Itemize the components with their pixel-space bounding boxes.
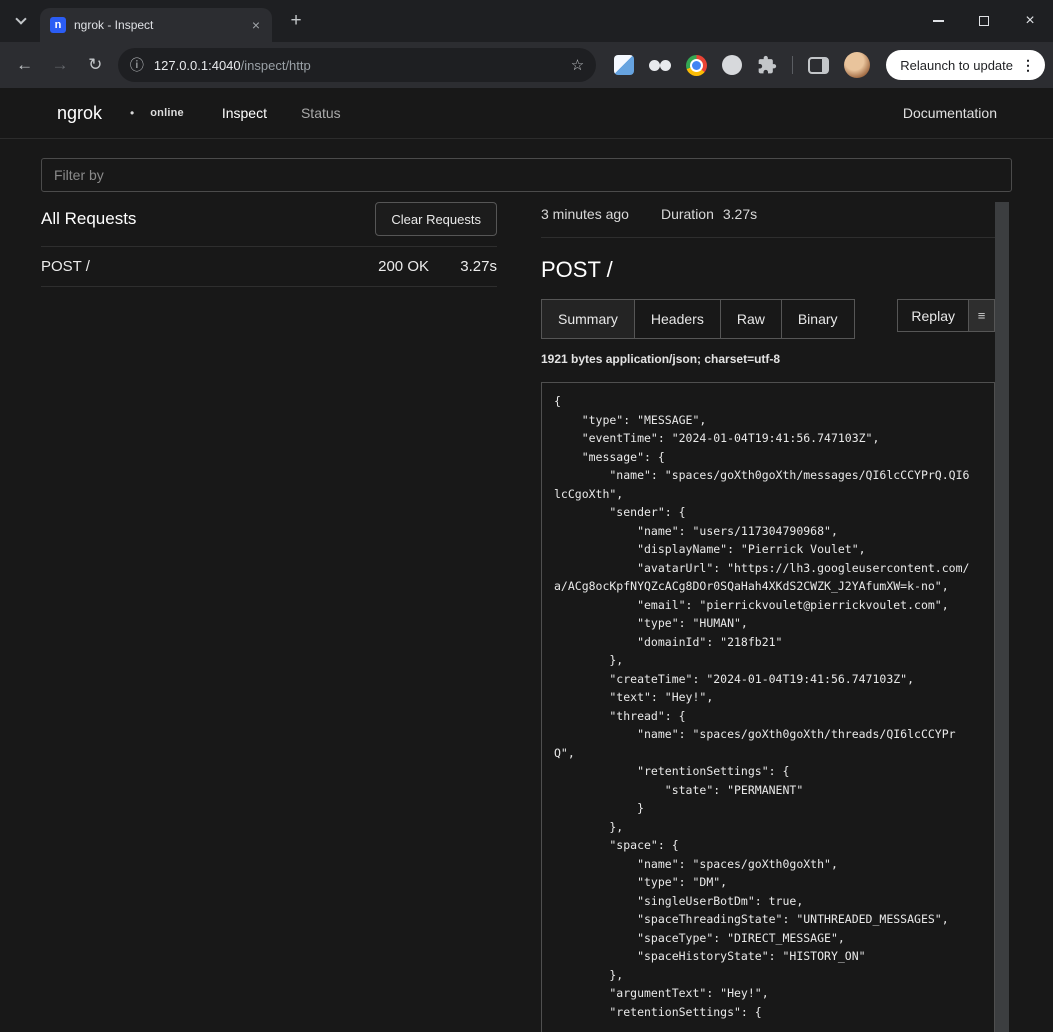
- tab-binary[interactable]: Binary: [781, 299, 855, 339]
- window-maximize-button[interactable]: [961, 0, 1007, 42]
- tab-headers[interactable]: Headers: [634, 299, 721, 339]
- tab-raw[interactable]: Raw: [720, 299, 782, 339]
- chevron-down-icon: [15, 13, 26, 24]
- chrome-logo-extension-icon[interactable]: [686, 55, 707, 76]
- window-minimize-button[interactable]: [915, 0, 961, 42]
- tab-close-icon[interactable]: ×: [248, 17, 264, 33]
- scrollbar-thumb[interactable]: [995, 202, 1009, 1032]
- request-duration: 3.27s: [429, 258, 497, 275]
- filter-row: [0, 139, 1053, 192]
- detail-scrollbar[interactable]: [995, 202, 1009, 1032]
- browser-tab[interactable]: n ngrok - Inspect ×: [40, 8, 272, 42]
- json-body: { "type": "MESSAGE", "eventTime": "2024-…: [554, 392, 982, 1021]
- photo-extension-icon[interactable]: [614, 55, 634, 75]
- new-tab-button[interactable]: +: [282, 7, 310, 35]
- back-button[interactable]: ←: [8, 48, 41, 82]
- content-type-meta: 1921 bytes application/json; charset=utf…: [541, 352, 995, 366]
- nav-item-inspect[interactable]: Inspect: [222, 105, 267, 121]
- request-detail-panel: 3 minutes ago Duration 3.27s POST / Summ…: [541, 202, 995, 1032]
- response-body-block: { "type": "MESSAGE", "eventTime": "2024-…: [541, 382, 995, 1032]
- detail-meta-row: 3 minutes ago Duration 3.27s: [541, 202, 995, 238]
- side-panel-icon[interactable]: [808, 57, 829, 74]
- window-controls: ×: [915, 0, 1053, 42]
- request-time-ago: 3 minutes ago: [541, 206, 629, 222]
- clear-requests-button[interactable]: Clear Requests: [375, 202, 497, 236]
- status-online-label: online: [150, 107, 184, 119]
- all-requests-heading: All Requests: [41, 209, 136, 229]
- filter-input[interactable]: [41, 158, 1012, 192]
- inspect-content: All Requests Clear Requests POST / 200 O…: [0, 202, 1053, 1032]
- bookmark-star-icon[interactable]: ☆: [571, 56, 584, 74]
- tab-strip: n ngrok - Inspect × + ×: [0, 0, 1053, 42]
- request-method-path: POST /: [41, 258, 90, 275]
- toolbar-separator: [792, 56, 793, 74]
- replay-button-group: Replay ≡: [897, 299, 995, 332]
- goggles-extension-icon[interactable]: [649, 59, 671, 72]
- tab-search-button[interactable]: [6, 6, 36, 36]
- detail-title: POST /: [541, 238, 995, 299]
- profile-avatar[interactable]: [844, 52, 870, 78]
- menu-icon: ≡: [978, 308, 986, 323]
- browser-window: n ngrok - Inspect × + × ← → ↻ ⓘ 127.0.0.…: [0, 0, 1053, 1032]
- minimize-icon: [933, 20, 944, 22]
- tab-summary[interactable]: Summary: [541, 299, 635, 339]
- requests-panel: All Requests Clear Requests POST / 200 O…: [41, 202, 497, 1032]
- replay-button[interactable]: Replay: [897, 299, 969, 332]
- close-icon: ×: [1025, 13, 1034, 29]
- forward-button[interactable]: →: [43, 48, 76, 82]
- maximize-icon: [979, 16, 989, 26]
- replay-menu-button[interactable]: ≡: [969, 299, 995, 332]
- round-extension-icon[interactable]: [722, 55, 742, 75]
- duration-label: Duration: [661, 206, 714, 222]
- request-status: 200 OK: [378, 258, 429, 275]
- ngrok-logo[interactable]: ngrok: [57, 103, 102, 124]
- address-bar[interactable]: ⓘ 127.0.0.1:4040/inspect/http ☆: [118, 48, 596, 82]
- relaunch-to-update-button[interactable]: Relaunch to update ⋮: [886, 50, 1045, 80]
- browser-toolbar: ← → ↻ ⓘ 127.0.0.1:4040/inspect/http ☆ Re…: [0, 42, 1053, 88]
- requests-header: All Requests Clear Requests: [41, 202, 497, 246]
- tab-title: ngrok - Inspect: [74, 18, 240, 32]
- ngrok-inspect-page: ngrok • online Inspect Status Documentat…: [0, 88, 1053, 1032]
- extensions-puzzle-icon[interactable]: [757, 55, 777, 75]
- nav-item-documentation[interactable]: Documentation: [903, 105, 997, 121]
- duration-meta: Duration 3.27s: [661, 206, 757, 222]
- site-info-icon[interactable]: ⓘ: [130, 55, 144, 75]
- relaunch-label: Relaunch to update: [900, 58, 1013, 73]
- request-row[interactable]: POST / 200 OK 3.27s: [41, 246, 497, 287]
- window-close-button[interactable]: ×: [1007, 0, 1053, 42]
- url-host: 127.0.0.1:4040: [154, 58, 241, 73]
- url-text: 127.0.0.1:4040/inspect/http: [154, 58, 311, 73]
- duration-value: 3.27s: [723, 206, 757, 222]
- ngrok-navbar: ngrok • online Inspect Status Documentat…: [0, 88, 1053, 139]
- detail-tabs-row: Summary Headers Raw Binary Replay ≡: [541, 299, 995, 339]
- url-path: /inspect/http: [241, 58, 311, 73]
- extensions-area: [614, 52, 870, 78]
- ngrok-favicon: n: [50, 17, 66, 33]
- menu-dots-icon: ⋮: [1021, 57, 1035, 74]
- reload-button[interactable]: ↻: [79, 48, 112, 82]
- nav-item-status[interactable]: Status: [301, 105, 341, 121]
- status-dot-icon: •: [130, 106, 134, 120]
